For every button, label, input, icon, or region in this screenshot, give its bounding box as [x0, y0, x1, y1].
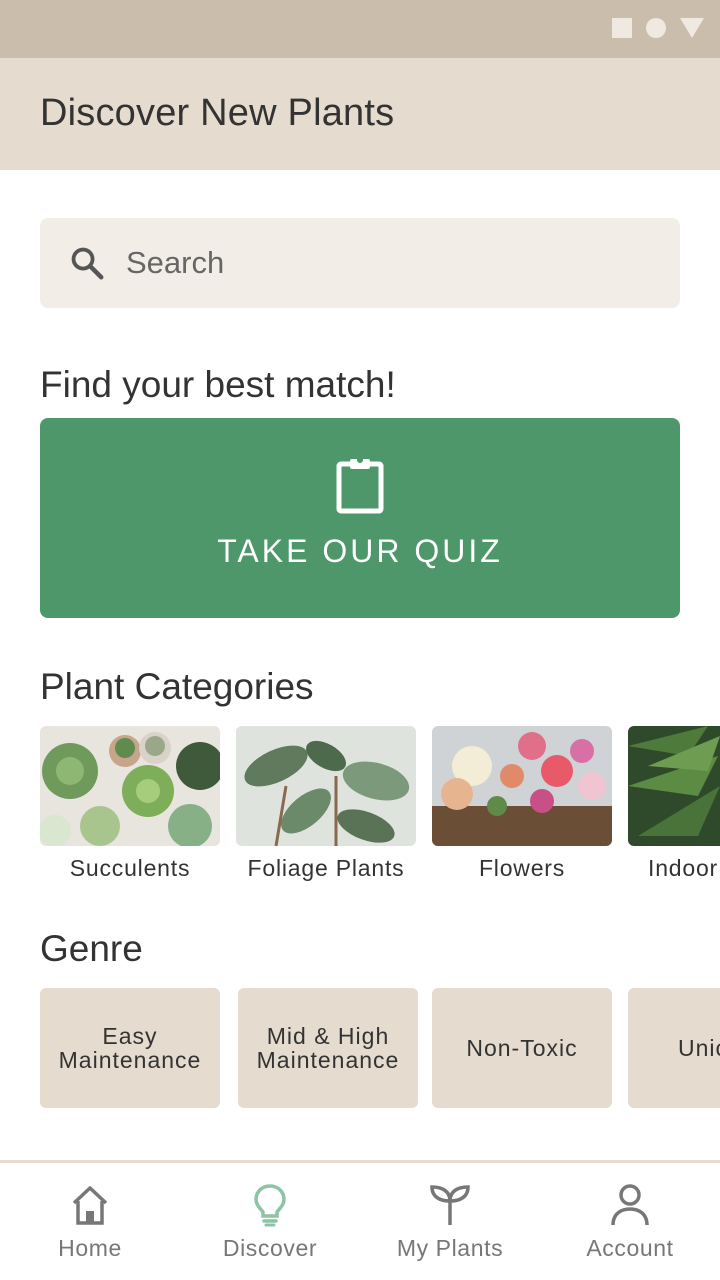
genre-chip-unique[interactable]: Unic	[628, 988, 720, 1108]
back-triangle-icon	[680, 18, 704, 38]
bottom-navigation: Home Discover My Plants Account	[0, 1160, 720, 1280]
categories-carousel[interactable]: Succulents Foliage Plants Flowers Indoor	[40, 726, 720, 916]
home-icon	[72, 1186, 108, 1225]
app-bar: Discover New Plants	[0, 58, 720, 170]
nav-item-account[interactable]: Account	[540, 1163, 720, 1280]
home-circle-icon	[646, 18, 666, 38]
succulents-image	[40, 726, 220, 846]
take-quiz-button[interactable]: TAKE OUR QUIZ	[40, 418, 680, 618]
nav-item-home[interactable]: Home	[0, 1163, 180, 1280]
lightbulb-icon	[254, 1184, 286, 1227]
person-icon	[611, 1184, 649, 1226]
nav-label: Discover	[222, 1235, 318, 1261]
search-icon	[71, 247, 104, 280]
genre-chip-mid-high-maintenance[interactable]: Mid & High Maintenance	[238, 988, 418, 1108]
nav-item-my-plants[interactable]: My Plants	[360, 1163, 540, 1280]
search-input[interactable]	[126, 218, 646, 308]
category-card-succulents[interactable]: Succulents	[40, 726, 220, 880]
genre-chip-non-toxic[interactable]: Non-Toxic	[432, 988, 612, 1108]
category-card-foliage-plants[interactable]: Foliage Plants	[236, 726, 416, 880]
nav-item-discover[interactable]: Discover	[180, 1163, 360, 1280]
quiz-section-title: Find your best match!	[40, 364, 396, 405]
category-label: Foliage Plants	[247, 855, 405, 881]
status-bar	[0, 0, 720, 58]
foliage-plants-image	[236, 726, 416, 846]
sprout-icon	[430, 1185, 470, 1225]
category-card-indoor-plants[interactable]: Indoor Pla	[628, 726, 720, 880]
category-card-flowers[interactable]: Flowers	[432, 726, 612, 880]
clipboard-icon	[336, 457, 384, 514]
indoor-plants-image	[628, 726, 720, 846]
category-label: Succulents	[69, 855, 191, 881]
category-label: Flowers	[478, 855, 566, 881]
search-bar[interactable]	[40, 218, 680, 308]
nav-label: My Plants	[396, 1235, 504, 1261]
category-label: Indoor Pla	[648, 855, 720, 881]
genre-section-title: Genre	[40, 928, 143, 969]
take-quiz-label: TAKE OUR QUIZ	[217, 533, 503, 569]
nav-label: Home	[58, 1235, 122, 1261]
flowers-image	[432, 726, 612, 846]
nav-label: Account	[586, 1235, 674, 1261]
genre-carousel[interactable]: Easy Maintenance Mid & High Maintenance …	[40, 988, 720, 1108]
system-status-icons	[612, 18, 704, 38]
recent-apps-icon	[612, 18, 632, 38]
genre-chip-easy-maintenance[interactable]: Easy Maintenance	[40, 988, 220, 1108]
page-title: Discover New Plants	[40, 92, 395, 134]
categories-section-title: Plant Categories	[40, 666, 314, 707]
